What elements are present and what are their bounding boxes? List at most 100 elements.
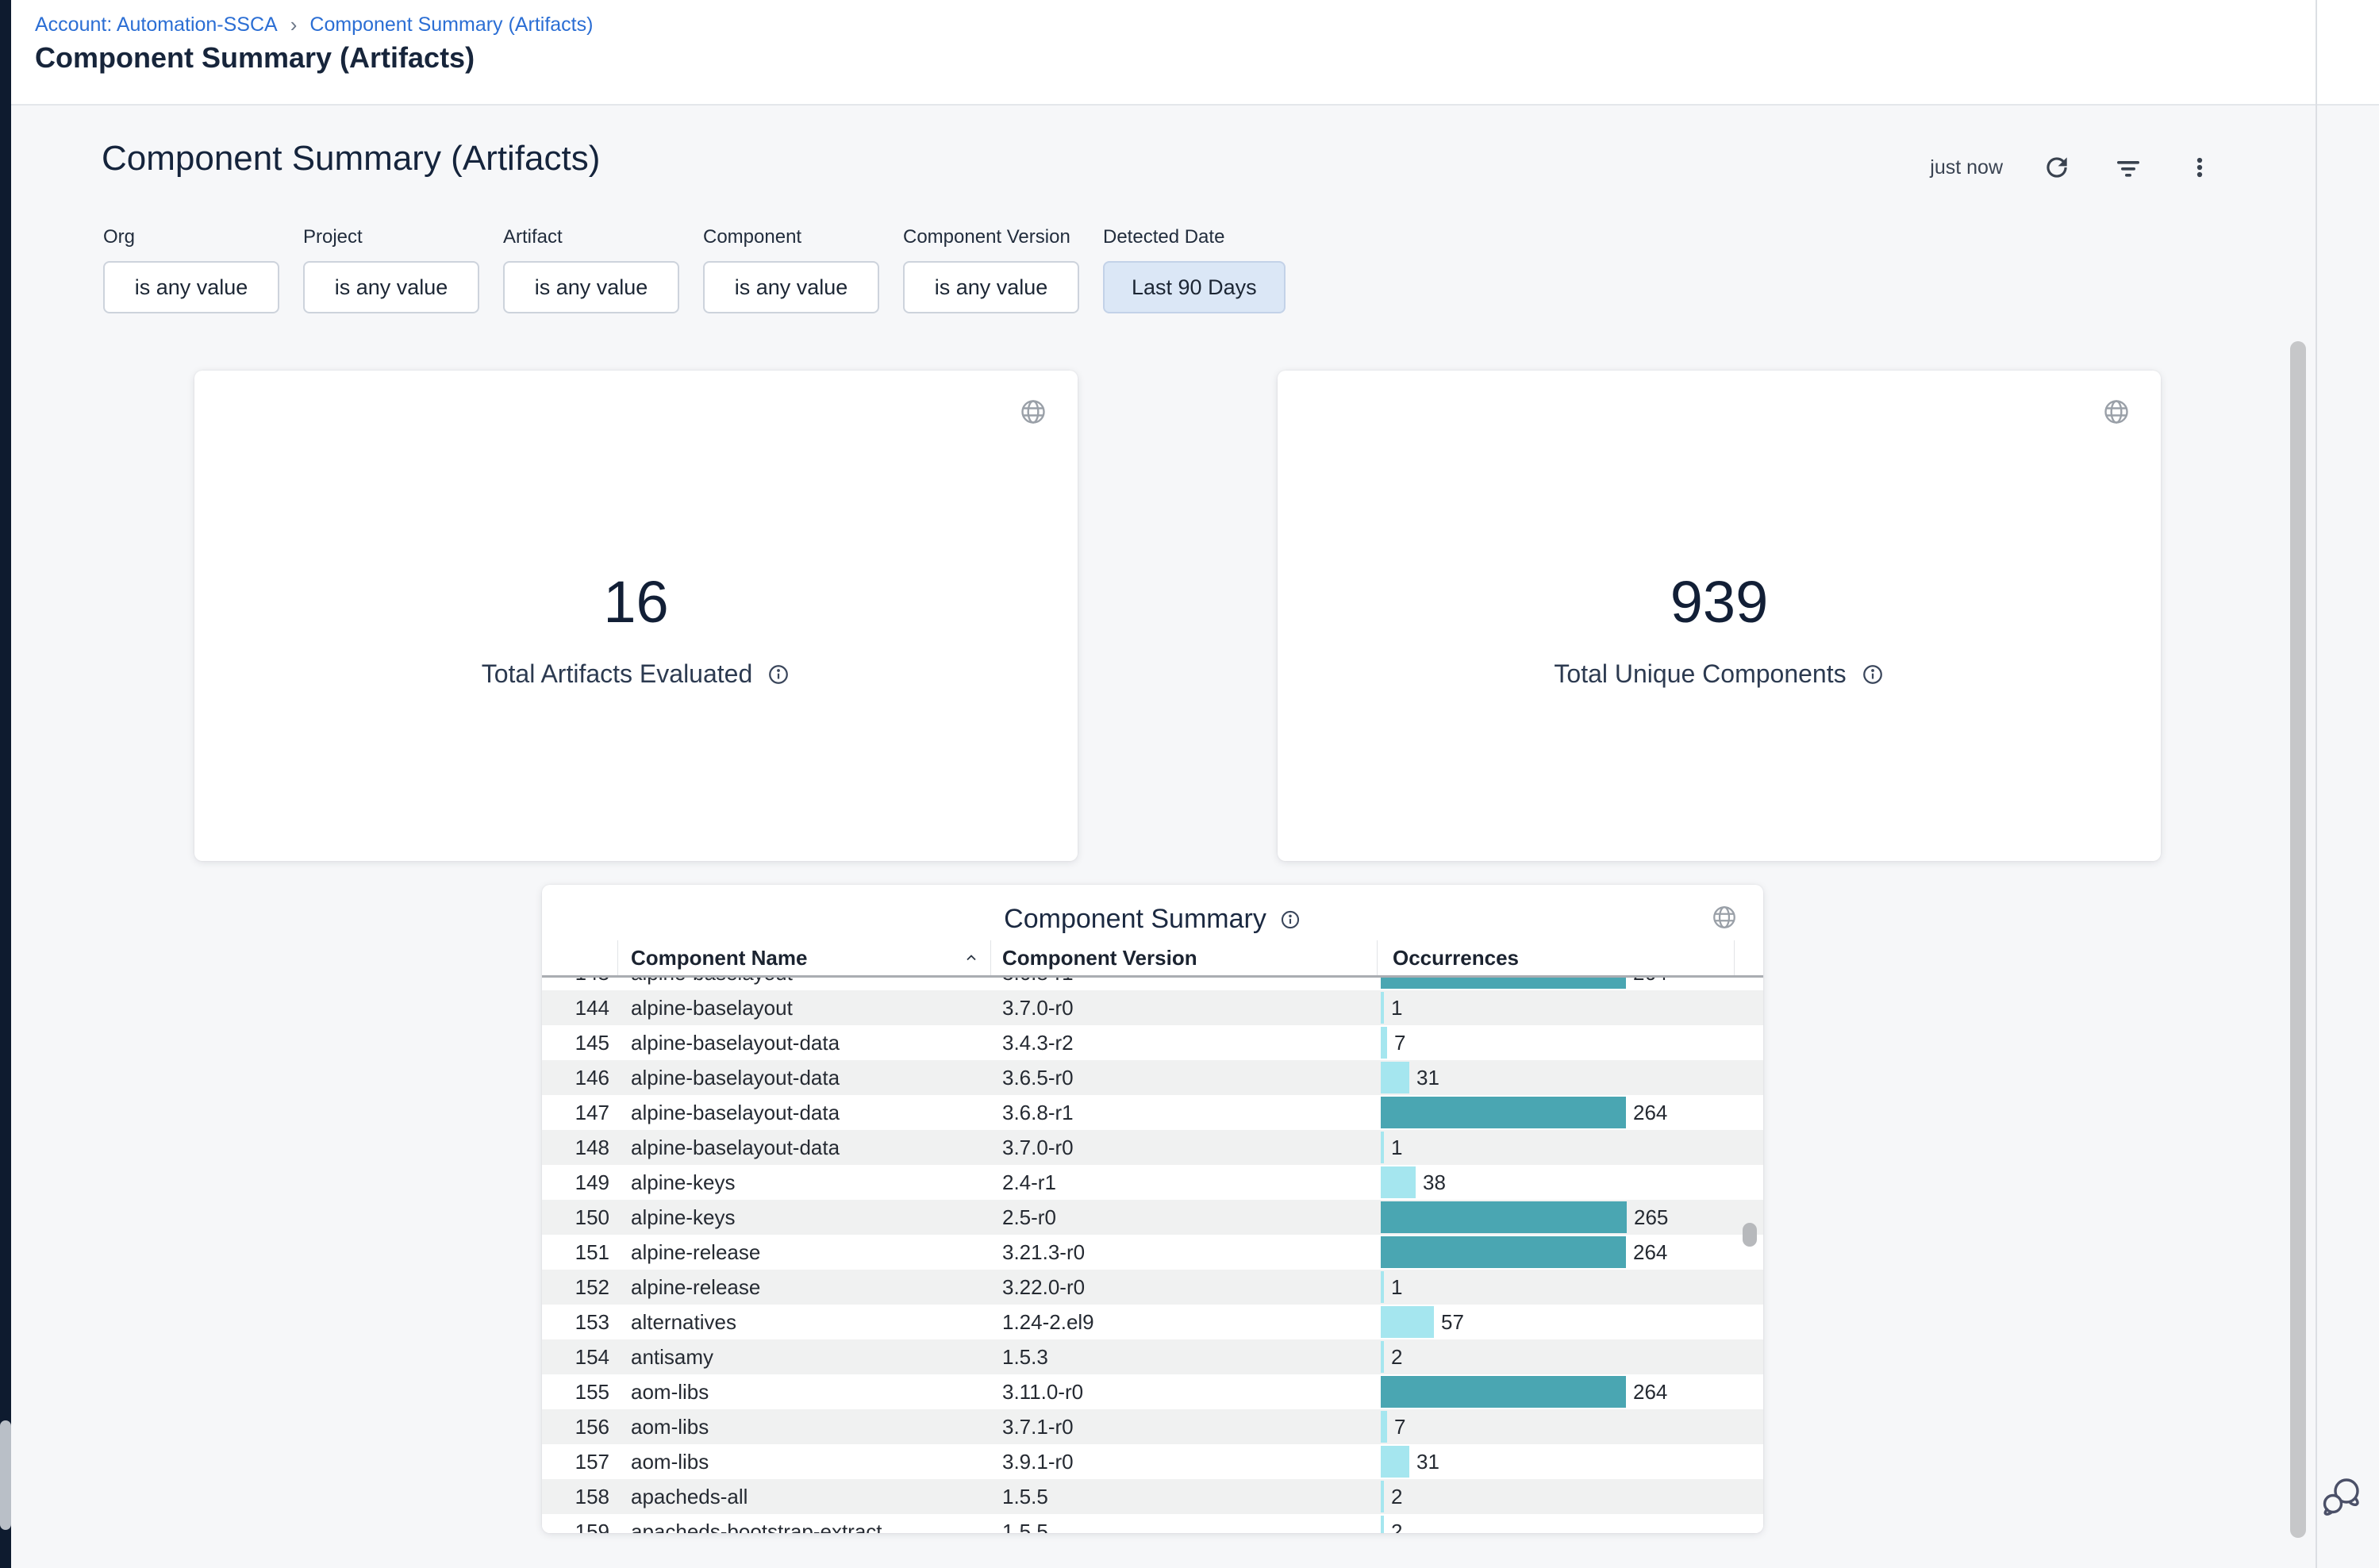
filter-bar: Org is any value Project is any value Ar… (103, 226, 1286, 313)
row-component-version: 3.6.8-r1 (990, 978, 1377, 986)
table-row[interactable]: 152 alpine-release 3.22.0-r0 1 (542, 1270, 1763, 1305)
table-row[interactable]: 150 alpine-keys 2.5-r0 265 (542, 1200, 1763, 1235)
row-component-version: 3.7.0-r0 (990, 1136, 1377, 1160)
table-row[interactable]: 145 alpine-baselayout-data 3.4.3-r2 7 (542, 1025, 1763, 1060)
table-row[interactable]: 144 alpine-baselayout 3.7.0-r0 1 (542, 990, 1763, 1025)
table-title-text: Component Summary (1004, 904, 1266, 935)
row-index: 152 (542, 1275, 617, 1300)
column-header-component-version[interactable]: Component Version (990, 946, 1377, 970)
row-component-name: alpine-baselayout (617, 996, 990, 1020)
occurrence-value: 1 (1391, 1275, 1402, 1300)
row-component-version: 3.9.1-r0 (990, 1450, 1377, 1474)
dashboard-toolbar: just now (1930, 150, 2217, 185)
table-row[interactable]: 156 aom-libs 3.7.1-r0 7 (542, 1409, 1763, 1444)
occurrence-value: 2 (1391, 1485, 1402, 1509)
breadcrumb-separator: › (290, 13, 298, 37)
tile-total-unique-components: 939 Total Unique Components (1278, 371, 2161, 861)
filter-detected-date-value-button[interactable]: Last 90 Days (1103, 261, 1286, 313)
table-row[interactable]: 159 apacheds-bootstrap-extract 1.5.5 2 (542, 1514, 1763, 1533)
filter-project: Project is any value (303, 226, 479, 313)
table-row[interactable]: 153 alternatives 1.24-2.el9 57 (542, 1305, 1763, 1339)
row-component-name: alpine-baselayout (617, 978, 990, 986)
page-title: Component Summary (Artifacts) (35, 41, 475, 75)
filter-project-value-button[interactable]: is any value (303, 261, 479, 313)
dashboard-more-button[interactable] (2182, 150, 2217, 185)
table-row[interactable]: 143 alpine-baselayout 3.6.8-r1 264 (542, 978, 1763, 990)
table-body: 143 alpine-baselayout 3.6.8-r1 264 144 a… (542, 978, 1763, 1533)
occurrence-bar (1381, 1132, 1384, 1163)
table-title: Component Summary (542, 904, 1763, 935)
table-row[interactable]: 147 alpine-baselayout-data 3.6.8-r1 264 (542, 1095, 1763, 1130)
tile-total-artifacts-evaluated: 16 Total Artifacts Evaluated (194, 371, 1078, 861)
table-row[interactable]: 146 alpine-baselayout-data 3.6.5-r0 31 (542, 1060, 1763, 1095)
row-index: 144 (542, 996, 617, 1020)
occurrence-bar (1381, 1097, 1626, 1128)
row-component-version: 3.21.3-r0 (990, 1240, 1377, 1265)
row-component-name: alpine-baselayout-data (617, 1136, 990, 1160)
info-icon[interactable] (1861, 663, 1885, 686)
refresh-button[interactable] (2039, 150, 2074, 185)
table-row[interactable]: 149 alpine-keys 2.4-r1 38 (542, 1165, 1763, 1200)
tile-value: 16 (603, 568, 668, 636)
row-component-name: aom-libs (617, 1415, 990, 1439)
occurrence-bar (1381, 992, 1384, 1024)
table-scrollbar-thumb[interactable] (1743, 1223, 1757, 1247)
occurrence-bar (1381, 1027, 1387, 1059)
row-component-version: 3.7.1-r0 (990, 1415, 1377, 1439)
breadcrumb-account-link[interactable]: Account: Automation-SSCA (35, 13, 278, 37)
row-index: 154 (542, 1345, 617, 1370)
dashboard-title: Component Summary (Artifacts) (102, 139, 600, 179)
row-occurrences-cell: 7 (1377, 1027, 1734, 1059)
info-icon[interactable] (1279, 909, 1301, 931)
row-occurrences-cell: 264 (1377, 1376, 1734, 1408)
tile-value: 939 (1670, 568, 1768, 636)
table-header-row: Component Name Component Version Occurre… (542, 940, 1763, 975)
occurrence-bar (1381, 1411, 1387, 1443)
filter-icon (2112, 152, 2144, 183)
dashboard-filters-button[interactable] (2111, 150, 2146, 185)
row-occurrences-cell: 31 (1377, 1062, 1734, 1093)
page-scrollbar-thumb[interactable] (2290, 341, 2306, 1538)
row-component-name: aom-libs (617, 1380, 990, 1405)
occurrence-bar (1381, 1516, 1384, 1533)
table-row[interactable]: 148 alpine-baselayout-data 3.7.0-r0 1 (542, 1130, 1763, 1165)
row-component-version: 2.4-r1 (990, 1170, 1377, 1195)
tile-label: Total Artifacts Evaluated (482, 659, 791, 689)
table-row[interactable]: 158 apacheds-all 1.5.5 2 (542, 1479, 1763, 1514)
row-index: 159 (542, 1520, 617, 1534)
tile-label-text: Total Artifacts Evaluated (482, 659, 753, 689)
filter-component-value-button[interactable]: is any value (703, 261, 879, 313)
occurrence-value: 265 (1634, 1205, 1668, 1230)
table-row[interactable]: 151 alpine-release 3.21.3-r0 264 (542, 1235, 1763, 1270)
help-chat-button[interactable] (2319, 1473, 2365, 1519)
row-index: 157 (542, 1450, 617, 1474)
row-occurrences-cell: 7 (1377, 1411, 1734, 1443)
side-nav-handle[interactable] (0, 1420, 11, 1530)
table-row[interactable]: 157 aom-libs 3.9.1-r0 31 (542, 1444, 1763, 1479)
breadcrumb-current-link[interactable]: Component Summary (Artifacts) (309, 13, 593, 37)
side-nav-strip (0, 0, 11, 1568)
column-header-text: Component Version (1002, 946, 1197, 970)
filter-component-version-value-button[interactable]: is any value (903, 261, 1079, 313)
filter-org-value-button[interactable]: is any value (103, 261, 279, 313)
filter-component-version: Component Version is any value (903, 226, 1079, 313)
table-row[interactable]: 155 aom-libs 3.11.0-r0 264 (542, 1374, 1763, 1409)
occurrence-bar (1381, 1236, 1626, 1268)
row-component-version: 2.5-r0 (990, 1205, 1377, 1230)
globe-icon[interactable] (1711, 904, 1738, 931)
row-component-version: 1.5.5 (990, 1485, 1377, 1509)
row-component-name: alpine-release (617, 1275, 990, 1300)
table-row[interactable]: 154 antisamy 1.5.3 2 (542, 1339, 1763, 1374)
filter-label: Component Version (903, 226, 1079, 248)
content-right-border (2316, 0, 2317, 1568)
filter-artifact-value-button[interactable]: is any value (503, 261, 679, 313)
column-header-occurrences[interactable]: Occurrences (1377, 946, 1734, 970)
row-component-version: 3.11.0-r0 (990, 1380, 1377, 1405)
row-occurrences-cell: 2 (1377, 1481, 1734, 1512)
row-component-name: antisamy (617, 1345, 990, 1370)
occurrence-value: 7 (1394, 1415, 1405, 1439)
filter-component: Component is any value (703, 226, 879, 313)
column-header-component-name[interactable]: Component Name (617, 946, 990, 970)
info-icon[interactable] (767, 663, 790, 686)
row-component-version: 3.22.0-r0 (990, 1275, 1377, 1300)
